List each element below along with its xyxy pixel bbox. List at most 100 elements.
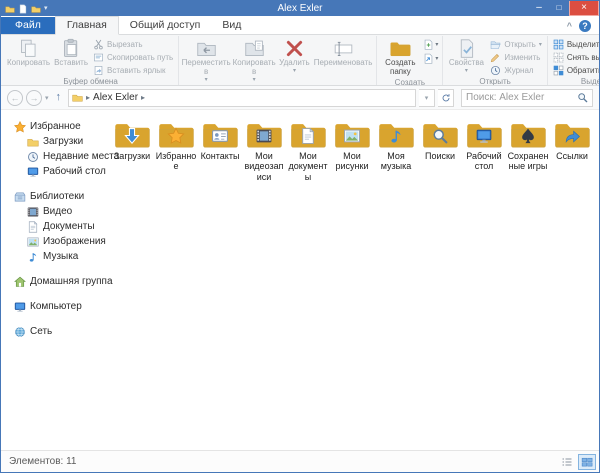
sidebar-item-favorites[interactable]: Избранное bbox=[1, 119, 105, 134]
tab-home[interactable]: Главная bbox=[55, 16, 119, 35]
help-button[interactable]: ? bbox=[579, 20, 591, 32]
up-button[interactable]: ↑ bbox=[52, 92, 66, 103]
network-icon bbox=[14, 326, 26, 338]
back-button[interactable]: ← bbox=[7, 90, 23, 106]
address-bar[interactable]: ▸ Alex Exler ▸ bbox=[68, 89, 416, 107]
copy-button[interactable]: Копировать bbox=[5, 37, 52, 69]
saved-games-folder-icon bbox=[510, 120, 547, 149]
view-large-icons-button[interactable] bbox=[578, 454, 596, 470]
folder-item-music[interactable]: Моя музыка bbox=[375, 120, 417, 182]
folder-item-videos[interactable]: Мои видеозаписи bbox=[243, 120, 285, 182]
desktop-folder-icon bbox=[466, 120, 503, 149]
edit-button[interactable]: Изменить bbox=[487, 51, 544, 64]
tab-view[interactable]: Вид bbox=[211, 17, 252, 34]
properties-button[interactable]: Свойства ▾ bbox=[445, 37, 487, 75]
select-all-icon bbox=[553, 39, 564, 50]
qat-properties-icon[interactable] bbox=[18, 4, 28, 14]
breadcrumb-segment[interactable]: Alex Exler bbox=[93, 92, 138, 103]
ribbon: Копировать Вставить Вырезать Скопировать… bbox=[1, 35, 599, 86]
new-folder-icon bbox=[390, 38, 411, 59]
documents-folder-icon bbox=[290, 120, 327, 149]
invert-selection-button[interactable]: Обратить выделение bbox=[550, 64, 599, 77]
sidebar-item-recent-places[interactable]: Недавние места bbox=[1, 149, 105, 164]
paste-shortcut-button[interactable]: Вставить ярлык bbox=[90, 64, 176, 77]
dropdown-arrow-icon: ▾ bbox=[435, 41, 438, 48]
folder-item-desktop[interactable]: Рабочий стол bbox=[463, 120, 505, 182]
sidebar-item-computer[interactable]: Компьютер bbox=[1, 299, 105, 314]
folder-item-contacts[interactable]: Контакты bbox=[199, 120, 241, 182]
dropdown-arrow-icon: ▾ bbox=[293, 68, 296, 74]
recent-locations-dropdown-icon[interactable]: ▾ bbox=[45, 94, 49, 102]
sidebar-item-documents[interactable]: Документы bbox=[1, 219, 105, 234]
copy-path-icon bbox=[93, 52, 104, 63]
new-folder-button[interactable]: Создать папку bbox=[379, 37, 421, 78]
folder-item-links[interactable]: Ссылки bbox=[551, 120, 593, 182]
copy-to-button[interactable]: Копировать в ▾ bbox=[231, 37, 277, 84]
folder-item-searches[interactable]: Поиски bbox=[419, 120, 461, 182]
video-icon bbox=[27, 206, 39, 218]
tab-share[interactable]: Общий доступ bbox=[119, 17, 212, 34]
sidebar-item-network[interactable]: Сеть bbox=[1, 324, 105, 339]
invert-selection-icon bbox=[553, 65, 564, 76]
qat-new-folder-icon[interactable] bbox=[31, 4, 41, 14]
sidebar-item-pictures[interactable]: Изображения bbox=[1, 234, 105, 249]
folder-item-saved-games[interactable]: Сохраненные игры bbox=[507, 120, 549, 182]
breadcrumb-chevron-icon[interactable]: ▸ bbox=[141, 93, 145, 102]
copy-path-button[interactable]: Скопировать путь bbox=[90, 51, 176, 64]
group-label-select: Выделить bbox=[548, 77, 599, 86]
address-history-dropdown-button[interactable]: ▾ bbox=[419, 89, 435, 107]
tab-file[interactable]: Файл bbox=[1, 17, 55, 34]
explorer-logo-icon bbox=[5, 4, 15, 14]
refresh-icon bbox=[441, 93, 451, 103]
refresh-button[interactable] bbox=[438, 89, 454, 107]
address-folder-icon bbox=[72, 92, 83, 103]
document-icon bbox=[27, 221, 39, 233]
sidebar-item-music[interactable]: Музыка bbox=[1, 249, 105, 264]
ribbon-group-organize: Переместить в ▾ Копировать в ▾ Удалить ▾… bbox=[179, 36, 377, 85]
sidebar-item-downloads[interactable]: Загрузки bbox=[1, 134, 105, 149]
search-box bbox=[461, 89, 593, 107]
search-input[interactable] bbox=[466, 92, 577, 103]
folder-item-documents[interactable]: Мои документы bbox=[287, 120, 329, 182]
breadcrumb-chevron-icon[interactable]: ▸ bbox=[86, 93, 90, 102]
searches-folder-icon bbox=[422, 120, 459, 149]
game-spade-overlay-icon bbox=[520, 128, 537, 145]
videos-folder-icon bbox=[246, 120, 283, 149]
cut-button[interactable]: Вырезать bbox=[90, 38, 176, 51]
new-item-button[interactable]: ▾ bbox=[423, 39, 438, 50]
folder-item-favorites[interactable]: Избранное bbox=[155, 120, 197, 182]
folder-item-pictures[interactable]: Мои рисунки bbox=[331, 120, 373, 182]
download-arrow-overlay-icon bbox=[124, 128, 141, 145]
qat-dropdown-icon[interactable]: ▾ bbox=[44, 5, 48, 12]
ribbon-collapse-icon[interactable]: ^ bbox=[567, 21, 572, 31]
forward-button[interactable]: → bbox=[26, 90, 42, 106]
music-note-icon bbox=[27, 251, 39, 263]
history-button[interactable]: Журнал bbox=[487, 64, 544, 77]
downloads-folder-icon bbox=[27, 136, 39, 148]
navigation-pane: Избранное Загрузки Недавние места Рабочи… bbox=[1, 110, 105, 450]
select-all-button[interactable]: Выделить все bbox=[550, 38, 599, 51]
sidebar-item-homegroup[interactable]: Домашняя группа bbox=[1, 274, 105, 289]
sidebar-item-libraries[interactable]: Библиотеки bbox=[1, 189, 105, 204]
sidebar-item-videos[interactable]: Видео bbox=[1, 204, 105, 219]
group-label-create: Создать bbox=[377, 78, 442, 86]
sidebar-item-desktop[interactable]: Рабочий стол bbox=[1, 164, 105, 179]
rename-button[interactable]: Переименовать bbox=[312, 37, 375, 69]
star-icon bbox=[14, 121, 26, 133]
ribbon-group-select: Выделить все Снять выделение Обратить вы… bbox=[548, 36, 599, 85]
search-icon[interactable] bbox=[577, 92, 588, 103]
move-to-button[interactable]: Переместить в ▾ bbox=[181, 37, 231, 84]
dropdown-arrow-icon: ▾ bbox=[205, 77, 208, 83]
paste-button[interactable]: Вставить bbox=[52, 37, 90, 69]
delete-button[interactable]: Удалить ▾ bbox=[277, 37, 312, 75]
close-button[interactable]: × bbox=[569, 1, 599, 16]
maximize-button[interactable]: □ bbox=[549, 1, 569, 16]
select-none-button[interactable]: Снять выделение bbox=[550, 51, 599, 64]
status-bar: Элементов: 11 bbox=[1, 450, 599, 472]
minimize-button[interactable]: – bbox=[529, 1, 549, 16]
folder-item-downloads[interactable]: Загрузки bbox=[111, 120, 153, 182]
view-details-button[interactable] bbox=[558, 454, 576, 470]
libraries-icon bbox=[14, 191, 26, 203]
easy-access-button[interactable]: ▾ bbox=[423, 53, 438, 64]
open-button[interactable]: Открыть ▾ bbox=[487, 38, 544, 51]
